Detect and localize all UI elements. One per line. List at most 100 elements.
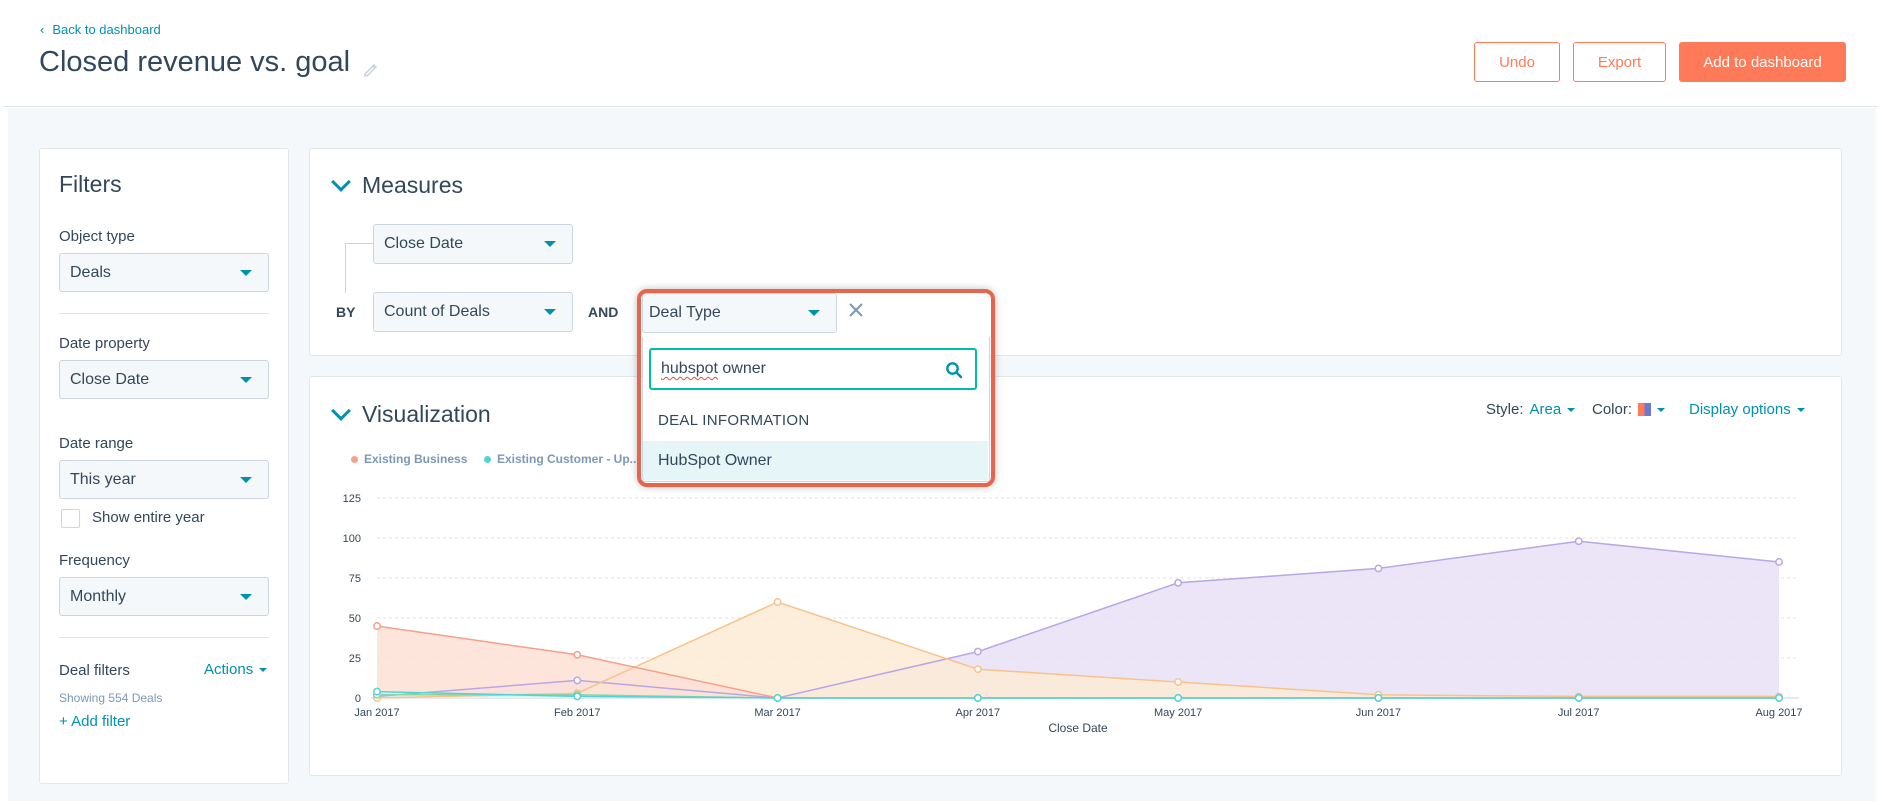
caret-down-icon	[240, 477, 252, 483]
count-of-deals-select[interactable]: Count of Deals	[373, 292, 573, 332]
legend-dot	[484, 455, 491, 463]
close-date-value: Close Date	[384, 235, 464, 252]
x-tick-label: Jun 2017	[1356, 707, 1401, 719]
caret-down-icon	[1567, 407, 1576, 412]
data-point	[1174, 678, 1183, 686]
x-tick-label: Aug 2017	[1755, 707, 1802, 719]
display-options-label: Display options	[1689, 401, 1791, 418]
frequency-select[interactable]: Monthly	[59, 577, 269, 616]
y-tick-label: 100	[343, 533, 361, 545]
back-to-dashboard-link[interactable]: ‹ Back to dashboard	[40, 22, 161, 37]
data-point	[773, 694, 782, 702]
data-point	[1174, 578, 1183, 587]
measures-title: Measures	[362, 172, 463, 198]
caret-down-icon	[1796, 407, 1805, 412]
show-entire-year-checkbox[interactable]	[61, 509, 80, 528]
visualization-title: Visualization	[362, 401, 491, 427]
frequency-value: Monthly	[70, 587, 127, 605]
page-title: Closed revenue vs. goal	[39, 46, 380, 79]
undo-button[interactable]: Undo	[1474, 42, 1560, 82]
x-axis-label: Close Date	[1048, 721, 1108, 735]
x-tick-label: Feb 2017	[554, 707, 600, 719]
chevron-down-icon	[331, 171, 351, 192]
date-range-value: This year	[70, 470, 136, 488]
legend-label: Existing Business	[364, 452, 468, 466]
divider	[59, 313, 269, 314]
and-label: AND	[588, 304, 619, 320]
data-point	[773, 598, 782, 606]
data-point	[973, 665, 982, 674]
y-tick-label: 25	[349, 653, 361, 665]
data-point	[373, 622, 381, 630]
actions-label: Actions	[204, 661, 254, 678]
measures-header[interactable]: Measures	[330, 171, 463, 199]
show-entire-year-label: Show entire year	[92, 509, 205, 526]
frequency-label: Frequency	[59, 552, 130, 569]
filters-title: Filters	[59, 171, 122, 197]
export-button[interactable]: Export	[1573, 42, 1666, 82]
y-tick-label: 125	[343, 493, 361, 505]
page-title-text: Closed revenue vs. goal	[39, 46, 351, 78]
x-tick-label: Jul 2017	[1558, 707, 1600, 719]
object-type-select[interactable]: Deals	[59, 253, 269, 292]
data-point	[1775, 694, 1783, 702]
data-point	[973, 647, 982, 656]
data-point	[573, 692, 582, 701]
data-point	[1574, 537, 1583, 546]
divider	[59, 637, 269, 638]
style-option[interactable]: Style: Area	[1486, 401, 1576, 418]
color-option[interactable]: Color:	[1592, 401, 1666, 418]
data-point	[1775, 558, 1783, 566]
page-header: ‹ Back to dashboard Closed revenue vs. g…	[4, 0, 1878, 107]
style-label: Style:	[1486, 401, 1524, 418]
date-property-label: Date property	[59, 335, 150, 352]
chevron-left-icon: ‹	[40, 22, 45, 37]
caret-down-icon	[240, 377, 252, 383]
x-tick-label: Apr 2017	[956, 707, 1001, 719]
close-date-select[interactable]: Close Date	[373, 224, 573, 264]
data-point	[973, 694, 982, 702]
legend-item-existing-customer[interactable]: Existing Customer - Up...	[484, 452, 640, 466]
color-label: Color:	[1592, 401, 1633, 418]
visualization-header[interactable]: Visualization	[330, 400, 491, 428]
legend-dot	[351, 455, 358, 463]
deal-filters-label: Deal filters	[59, 662, 130, 679]
legend-item-existing-business[interactable]: Existing Business	[351, 452, 467, 466]
legend-label: Existing Customer - Up...	[497, 452, 640, 466]
caret-down-icon	[240, 594, 252, 600]
by-label: BY	[336, 304, 356, 320]
pencil-icon[interactable]	[362, 54, 380, 77]
add-to-dashboard-button[interactable]: Add to dashboard	[1679, 42, 1846, 82]
actions-dropdown[interactable]: Actions	[204, 661, 268, 678]
style-value: Area	[1529, 401, 1562, 418]
date-range-select[interactable]: This year	[59, 460, 269, 499]
date-range-label: Date range	[59, 435, 134, 452]
color-swatch-icon	[1638, 403, 1652, 416]
y-tick-label: 75	[349, 573, 361, 585]
display-options-dropdown[interactable]: Display options	[1689, 401, 1805, 418]
highlight-callout-box	[637, 289, 995, 487]
showing-deals-count: Showing 554 Deals	[59, 691, 163, 705]
caret-down-icon	[544, 309, 556, 315]
x-tick-label: Mar 2017	[754, 707, 800, 719]
object-type-value: Deals	[70, 263, 111, 281]
data-point	[1374, 564, 1383, 573]
data-point	[573, 650, 582, 659]
x-tick-label: May 2017	[1154, 707, 1202, 719]
date-property-select[interactable]: Close Date	[59, 360, 269, 399]
chevron-down-icon	[331, 400, 351, 421]
object-type-label: Object type	[59, 228, 135, 245]
y-tick-label: 50	[349, 613, 361, 625]
data-point	[1374, 694, 1383, 702]
data-point	[1174, 694, 1183, 702]
data-point	[1574, 694, 1583, 702]
area-chart: 0 25 50 75 100 125 Jan 2017 Feb 2017 Mar 2017 Apr…	[343, 493, 1803, 735]
caret-down-icon	[544, 241, 556, 247]
data-point	[373, 687, 381, 696]
caret-down-icon	[240, 270, 252, 276]
data-point	[573, 676, 582, 685]
count-of-deals-value: Count of Deals	[384, 303, 490, 320]
caret-down-icon	[1657, 407, 1666, 412]
back-link-label: Back to dashboard	[52, 22, 161, 37]
add-filter-link[interactable]: + Add filter	[59, 713, 130, 730]
